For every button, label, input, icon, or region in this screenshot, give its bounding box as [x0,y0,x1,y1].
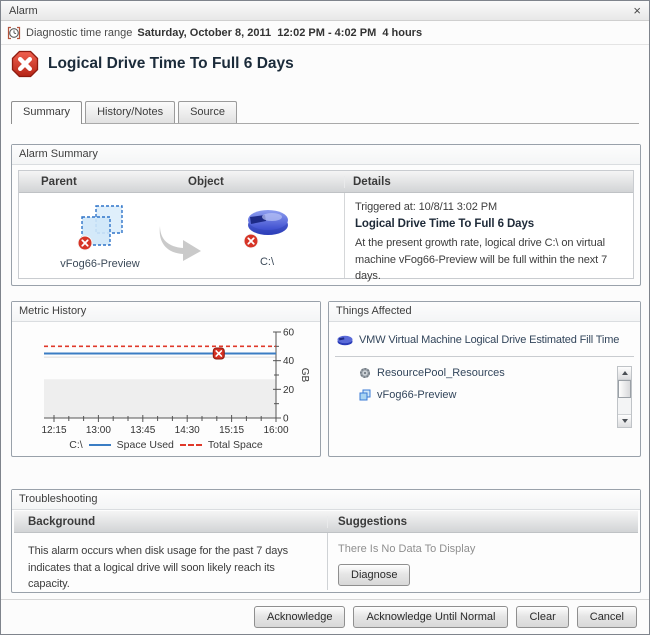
affected-item-label: vFog66-Preview [377,389,456,401]
affected-item-resource-pool[interactable]: ResourcePool_Resources [359,367,640,379]
divider [335,356,634,357]
troubleshooting-panel: Troubleshooting Background Suggestions T… [11,489,641,593]
metric-history-panel: Metric History 12:15 13:00 13:45 14:30 15:15… [11,301,321,457]
affected-item-label: ResourcePool_Resources [377,367,505,379]
metric-history-chart: 12:15 13:00 13:45 14:30 15:15 16:000 20 40 60 GB [14,326,314,443]
footer-button-bar: Acknowledge Acknowledge Until Normal Cle… [1,602,649,632]
tab-source[interactable]: Source [178,101,237,123]
alarm-heading: Logical Drive Time To Full 6 Days [11,48,294,80]
alarm-summary-table: Parent Object Details [18,170,634,279]
svg-text:14:30: 14:30 [175,425,200,436]
object-label: C:\ [211,256,323,268]
virtual-machine-preview-icon [74,203,126,253]
alarm-dialog: Alarm × Diagnostic time range Saturday, … [0,0,650,635]
page-title: Logical Drive Time To Full 6 Days [48,55,294,73]
legend-dashed-line-icon [180,444,202,446]
svg-text:20: 20 [283,385,295,396]
fatal-alarm-icon [11,50,39,78]
window-title: Alarm [9,5,38,17]
alarm-summary-header: Parent Object Details [19,171,633,193]
background-text: This alarm occurs when disk usage for th… [14,533,327,590]
error-badge-icon [78,236,92,250]
diagnose-button[interactable]: Diagnose [338,564,410,586]
virtual-machine-icon [359,389,371,401]
time-range-value: Saturday, October 8, 2011 12:02 PM - 4:0… [137,27,422,39]
svg-text:12:15: 12:15 [41,425,66,436]
alarm-summary-panel: Alarm Summary Parent Object Details [11,144,641,286]
tab-bar: Summary History/Notes Source [11,101,639,124]
time-range-icon [7,26,21,40]
time-range-label: Diagnostic time range [26,27,132,39]
troubleshooting-title: Troubleshooting [12,490,640,510]
svg-text:13:00: 13:00 [86,425,111,436]
svg-text:0: 0 [283,414,289,425]
acknowledge-until-normal-button[interactable]: Acknowledge Until Normal [353,606,508,628]
object-entity[interactable]: C:\ [211,207,323,268]
window-titlebar[interactable]: Alarm × [1,1,649,21]
resource-pool-icon [359,367,371,379]
alarm-summary-row: vFog66-Preview [19,193,633,278]
legend-series-label: Space Used [117,439,174,451]
legend-series-prefix: C:\ [69,439,82,451]
tab-summary[interactable]: Summary [11,101,82,124]
clear-button[interactable]: Clear [516,606,568,628]
tab-history-notes[interactable]: History/Notes [85,101,175,123]
triggered-at: Triggered at: 10/8/11 3:02 PM [355,201,625,213]
svg-text:13:45: 13:45 [130,425,155,436]
scroll-up-icon[interactable] [618,367,631,380]
affected-item-vm[interactable]: vFog66-Preview [359,389,640,401]
column-header-details: Details [344,176,633,188]
suggestions-cell: There Is No Data To Display Diagnose [327,533,638,590]
alarm-message: At the present growth rate, logical driv… [355,235,625,285]
column-header-object: Object [188,176,344,188]
column-header-parent: Parent [19,176,188,188]
logical-drive-small-icon [337,335,353,346]
parent-to-object-arrow-icon [147,223,209,266]
things-affected-title: Things Affected [329,302,640,322]
column-header-background: Background [14,516,327,528]
svg-text:15:15: 15:15 [219,425,244,436]
scrollbar-thumb[interactable] [618,380,631,398]
cancel-button[interactable]: Cancel [577,606,637,628]
footer-separator [1,599,649,600]
scroll-down-icon[interactable] [618,414,631,427]
svg-text:16:00: 16:00 [263,425,288,436]
metric-history-title: Metric History [12,302,320,322]
affected-metric-label: VMW Virtual Machine Logical Drive Estima… [359,334,619,346]
troubleshooting-header: Background Suggestions [14,511,638,533]
details-cell: Triggered at: 10/8/11 3:02 PM Logical Dr… [344,193,633,278]
svg-text:40: 40 [283,356,295,367]
legend-series-label: Total Space [208,439,263,451]
no-data-message: There Is No Data To Display [338,543,638,555]
rule-name: Logical Drive Time To Full 6 Days [355,218,625,230]
logical-drive-icon [241,207,293,251]
svg-text:60: 60 [283,328,295,339]
column-header-suggestions: Suggestions [327,516,638,528]
chart-alarm-marker-icon[interactable] [213,348,224,359]
legend-solid-line-icon [89,444,111,446]
chart-legend: C:\ Space Used Total Space [12,439,320,451]
svg-text:GB: GB [299,368,310,383]
diagnostic-time-range: Diagnostic time range Saturday, October … [1,22,649,45]
things-affected-panel: Things Affected VMW Virtual Machine Logi… [328,301,641,457]
error-badge-icon [244,234,258,248]
affected-metric-item[interactable]: VMW Virtual Machine Logical Drive Estima… [329,322,640,346]
acknowledge-button[interactable]: Acknowledge [254,606,345,628]
alarm-summary-title: Alarm Summary [12,145,640,165]
close-icon[interactable]: × [633,4,641,17]
things-affected-scrollbar[interactable] [617,366,632,428]
